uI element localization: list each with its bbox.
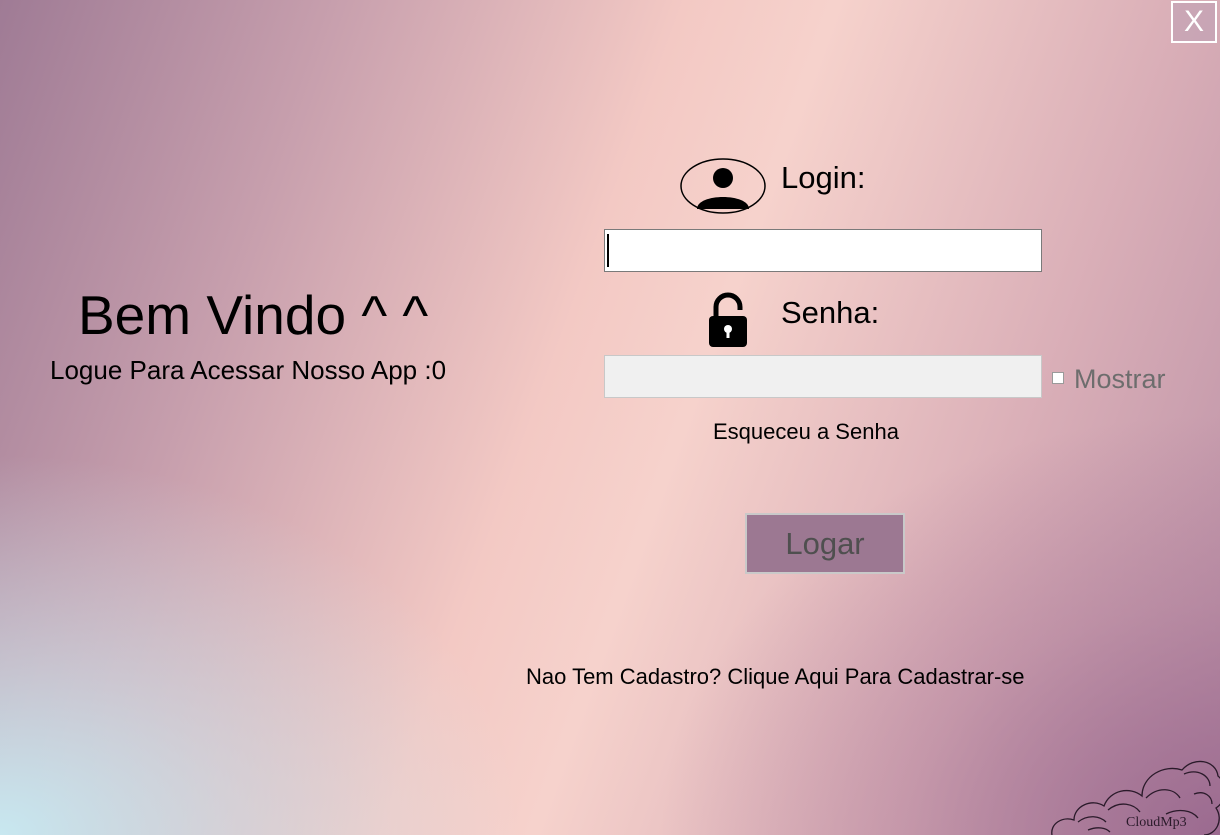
show-password-checkbox[interactable] (1052, 372, 1064, 384)
user-icon (680, 158, 766, 214)
login-input[interactable] (604, 229, 1042, 272)
login-label: Login: (781, 160, 866, 195)
show-password-label[interactable]: Mostrar (1074, 364, 1166, 395)
login-button[interactable]: Logar (745, 513, 905, 574)
lock-icon (709, 292, 747, 347)
close-button[interactable]: X (1171, 1, 1217, 43)
welcome-title: Bem Vindo ^ ^ (78, 284, 429, 346)
text-caret (607, 234, 609, 267)
signup-link[interactable]: Nao Tem Cadastro? Clique Aqui Para Cadas… (526, 664, 1025, 690)
welcome-subtitle: Logue Para Acessar Nosso App :0 (50, 355, 447, 385)
forgot-password-link[interactable]: Esqueceu a Senha (713, 419, 899, 445)
password-label: Senha: (781, 295, 880, 330)
cloud-logo: CloudMp3 (1051, 760, 1220, 835)
cloud-logo-text: CloudMp3 (1126, 815, 1187, 830)
password-input[interactable] (604, 355, 1042, 398)
